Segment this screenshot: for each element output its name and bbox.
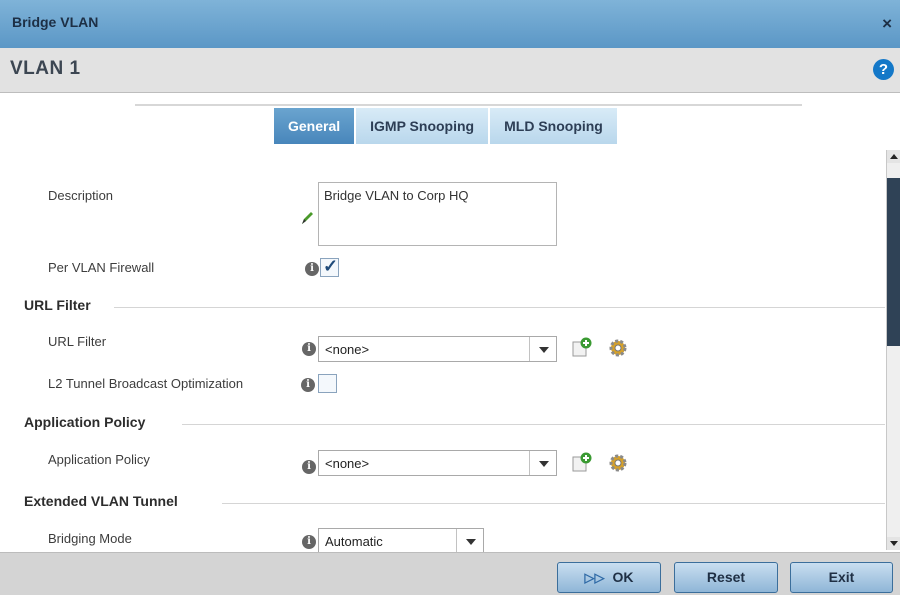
l2-tunnel-checkbox[interactable] xyxy=(318,374,337,393)
chevron-down-icon[interactable] xyxy=(529,337,556,361)
dialog-header: VLAN 1 ? xyxy=(0,48,900,93)
tab-bar: General IGMP Snooping MLD Snooping xyxy=(274,108,619,144)
general-form: Description Bridge VLAN to Corp HQ Per V… xyxy=(0,150,885,552)
section-divider xyxy=(182,424,885,425)
create-new-icon[interactable] xyxy=(572,337,592,357)
dialog-footer: ▷▷ OK Reset Exit xyxy=(0,552,900,595)
section-divider xyxy=(222,503,885,504)
l2-tunnel-label: L2 Tunnel Broadcast Optimization xyxy=(48,376,244,391)
edit-pencil-icon xyxy=(302,212,313,224)
url-filter-select[interactable]: <none> xyxy=(318,336,557,362)
dialog-title: Bridge VLAN xyxy=(12,14,99,30)
description-field[interactable]: Bridge VLAN to Corp HQ xyxy=(318,182,557,246)
info-icon: i xyxy=(305,262,319,276)
ok-button[interactable]: ▷▷ OK xyxy=(557,562,661,593)
tab-igmp-snooping[interactable]: IGMP Snooping xyxy=(356,108,491,144)
bridging-mode-select[interactable]: Automatic xyxy=(318,528,484,552)
tab-mld-snooping[interactable]: MLD Snooping xyxy=(490,108,619,144)
per-vlan-firewall-checkbox[interactable]: ✓ xyxy=(320,256,339,277)
tab-general[interactable]: General xyxy=(274,108,357,144)
content-scrollbar[interactable] xyxy=(886,150,900,550)
bridging-mode-value: Automatic xyxy=(325,534,383,549)
info-icon: i xyxy=(302,460,316,474)
vlan-heading: VLAN 1 xyxy=(10,58,81,79)
extended-vlan-tunnel-section-title: Extended VLAN Tunnel xyxy=(24,493,178,509)
reset-button[interactable]: Reset xyxy=(674,562,778,593)
dialog-titlebar: Bridge VLAN × xyxy=(0,0,900,48)
scroll-down-arrow-icon[interactable] xyxy=(887,537,900,550)
info-icon: i xyxy=(301,378,315,392)
application-policy-label: Application Policy xyxy=(48,452,150,467)
url-filter-label: URL Filter xyxy=(48,334,107,349)
scroll-up-arrow-icon[interactable] xyxy=(887,150,900,163)
info-icon: i xyxy=(302,535,316,549)
section-divider xyxy=(114,307,885,308)
exit-button[interactable]: Exit xyxy=(790,562,893,593)
create-new-icon[interactable] xyxy=(572,452,592,472)
url-filter-section-title: URL Filter xyxy=(24,297,91,313)
checkmark-icon: ✓ xyxy=(323,256,339,276)
chevron-down-icon[interactable] xyxy=(529,451,556,475)
ok-button-label: OK xyxy=(612,569,634,585)
gear-icon[interactable] xyxy=(608,453,628,473)
tab-divider xyxy=(135,104,802,106)
application-policy-select[interactable]: <none> xyxy=(318,450,557,476)
scroll-thumb[interactable] xyxy=(887,178,900,346)
fast-forward-icon: ▷▷ xyxy=(584,570,605,585)
description-label: Description xyxy=(48,188,114,203)
bridging-mode-label: Bridging Mode xyxy=(48,531,132,546)
info-icon: i xyxy=(302,342,316,356)
url-filter-value: <none> xyxy=(325,342,370,357)
application-policy-section-title: Application Policy xyxy=(24,414,146,430)
close-icon[interactable]: × xyxy=(882,14,892,34)
per-vlan-firewall-label: Per VLAN Firewall xyxy=(48,260,155,275)
help-icon[interactable]: ? xyxy=(873,59,894,80)
application-policy-value: <none> xyxy=(325,456,370,471)
gear-icon[interactable] xyxy=(608,338,628,358)
chevron-down-icon[interactable] xyxy=(456,529,483,552)
